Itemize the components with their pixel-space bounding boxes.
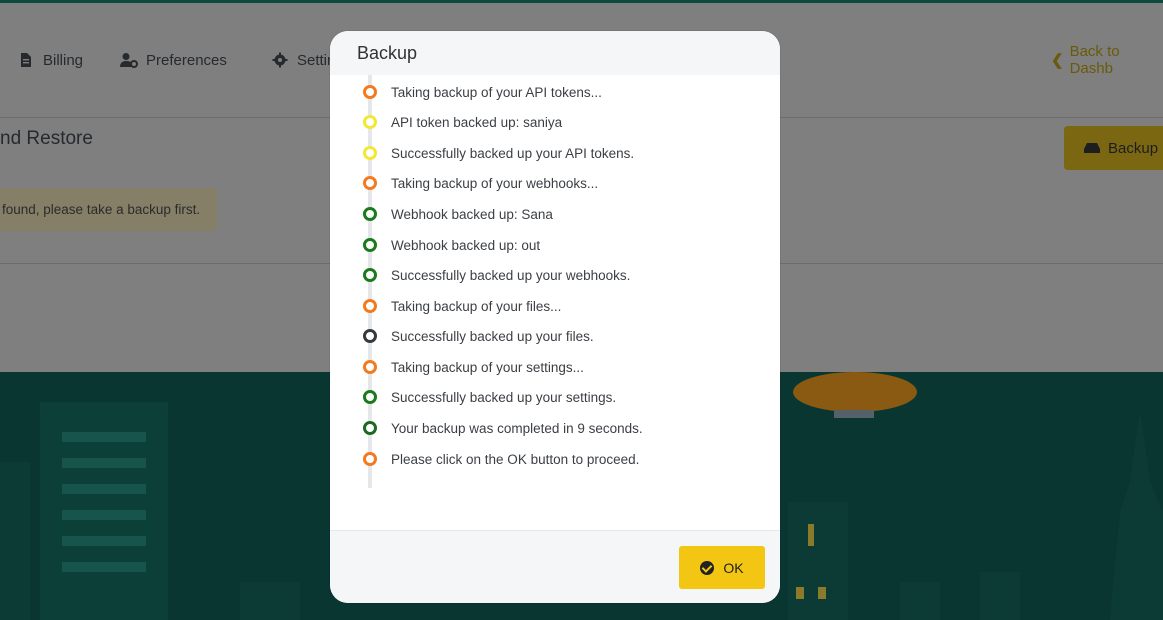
ok-button[interactable]: OK <box>679 546 765 589</box>
log-item: Webhook backed up: Sana <box>330 204 780 224</box>
status-dot-icon <box>363 452 377 466</box>
status-dot-icon <box>363 421 377 435</box>
log-item: Taking backup of your webhooks... <box>330 173 780 193</box>
log-item: Successfully backed up your webhooks. <box>330 265 780 285</box>
status-dot-icon <box>363 390 377 404</box>
chevron-left-icon: ❮ <box>1051 52 1064 69</box>
nav-billing-label: Billing <box>43 51 84 69</box>
back-link-label: Back to Dashb <box>1069 43 1120 77</box>
log-text: Your backup was completed in 9 seconds. <box>391 420 643 436</box>
log-text: API token backed up: saniya <box>391 114 563 130</box>
status-dot-icon <box>363 176 377 190</box>
user-cog-icon <box>120 53 138 68</box>
modal-header: Backup <box>330 31 780 75</box>
backup-modal: Backup Taking backup of your API tokens.… <box>330 31 780 603</box>
back-to-dashboard-link[interactable]: ❮ Back to Dashb <box>1051 40 1163 80</box>
log-item: Please click on the OK button to proceed… <box>330 449 780 469</box>
log-text: Successfully backed up your files. <box>391 328 594 344</box>
gear-icon <box>272 52 288 68</box>
status-dot-icon <box>363 146 377 160</box>
log-item: Successfully backed up your settings. <box>330 387 780 407</box>
ok-button-label: OK <box>723 559 744 576</box>
status-dot-icon <box>363 299 377 313</box>
file-icon <box>21 53 31 67</box>
hard-drive-icon <box>1084 143 1100 153</box>
backup-button-label: Backup <box>1108 139 1159 157</box>
log-text: Taking backup of your API tokens... <box>391 84 602 100</box>
nav-settings[interactable]: Settin <box>271 40 335 80</box>
modal-footer: OK <box>330 530 780 603</box>
log-text: Webhook backed up: out <box>391 237 541 253</box>
log-text: Webhook backed up: Sana <box>391 206 553 222</box>
status-dot-icon <box>363 115 377 129</box>
status-dot-icon <box>363 329 377 343</box>
nav-preferences-label: Preferences <box>146 51 227 69</box>
section-title: nd Restore <box>0 128 93 149</box>
log-item: Webhook backed up: out <box>330 235 780 255</box>
backup-button[interactable]: Backup <box>1064 126 1163 170</box>
log-text: Successfully backed up your settings. <box>391 389 617 405</box>
log-item: Taking backup of your settings... <box>330 357 780 377</box>
no-backup-notice: found, please take a backup first. <box>0 188 217 231</box>
status-dot-icon <box>363 207 377 221</box>
nav-billing[interactable]: Billing <box>17 40 83 80</box>
status-dot-icon <box>363 85 377 99</box>
log-text: Taking backup of your files... <box>391 298 562 314</box>
check-circle-icon <box>700 560 715 575</box>
nav-preferences[interactable]: Preferences <box>120 40 227 80</box>
log-text: Successfully backed up your API tokens. <box>391 145 635 161</box>
status-dot-icon <box>363 268 377 282</box>
log-text: Taking backup of your webhooks... <box>391 175 599 191</box>
log-item: API token backed up: saniya <box>330 112 780 132</box>
log-item: Taking backup of your API tokens... <box>330 82 780 102</box>
log-item: Successfully backed up your files. <box>330 326 780 346</box>
log-item: Your backup was completed in 9 seconds. <box>330 418 780 438</box>
status-dot-icon <box>363 360 377 374</box>
status-dot-icon <box>363 238 377 252</box>
log-text: Please click on the OK button to proceed… <box>391 451 640 467</box>
log-text: Successfully backed up your webhooks. <box>391 267 631 283</box>
log-item: Successfully backed up your API tokens. <box>330 143 780 163</box>
modal-title: Backup <box>357 42 418 63</box>
backup-log[interactable]: Taking backup of your API tokens... API … <box>330 75 780 530</box>
log-text: Taking backup of your settings... <box>391 359 584 375</box>
log-item: Taking backup of your files... <box>330 296 780 316</box>
